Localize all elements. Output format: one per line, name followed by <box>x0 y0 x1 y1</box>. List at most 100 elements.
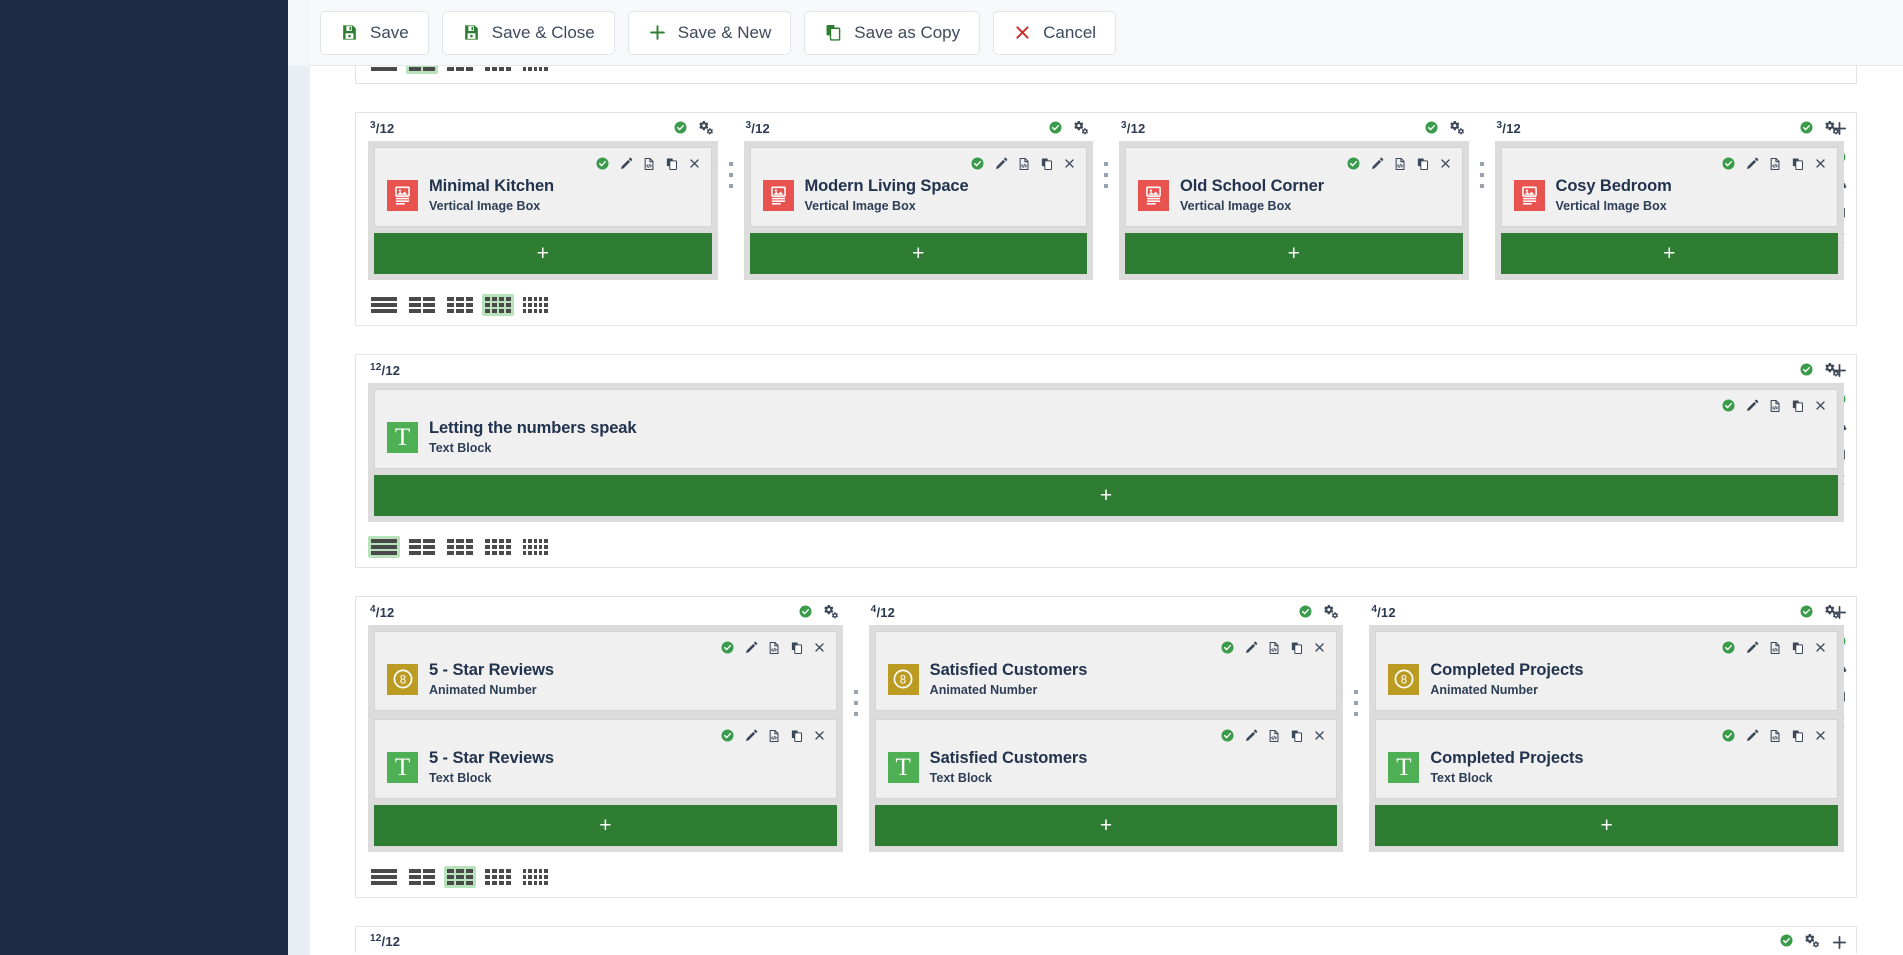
layout-option-4-column[interactable] <box>482 536 514 558</box>
card-duplicate-button[interactable] <box>665 157 679 171</box>
card-edit-button[interactable] <box>1244 729 1258 743</box>
row-enabled-toggle[interactable] <box>1779 933 1794 948</box>
layout-option-1-column[interactable] <box>368 66 400 74</box>
column-enabled-toggle[interactable] <box>1424 120 1439 135</box>
card-enabled-toggle[interactable] <box>595 156 610 171</box>
card-delete-button[interactable] <box>1063 157 1076 170</box>
card-duplicate-button[interactable] <box>790 729 804 743</box>
card-code-button[interactable] <box>1017 157 1031 171</box>
add-element-button[interactable]: + <box>1500 233 1838 274</box>
element-card[interactable]: T 5 - Star Reviews Text Block <box>374 719 837 799</box>
layout-option-3-column[interactable] <box>444 536 476 558</box>
column-settings-button[interactable] <box>1825 120 1840 135</box>
element-card[interactable]: T Completed Projects Text Block <box>1375 719 1839 799</box>
card-code-button[interactable] <box>1768 729 1782 743</box>
add-row-button[interactable] <box>1831 934 1848 951</box>
element-card[interactable]: 8 Completed Projects Animated Number <box>1375 631 1839 711</box>
card-edit-button[interactable] <box>1244 641 1258 655</box>
column-settings-button[interactable] <box>1825 362 1840 377</box>
column-drag-handle[interactable] <box>843 597 869 852</box>
card-delete-button[interactable] <box>813 729 826 742</box>
card-duplicate-button[interactable] <box>1791 157 1805 171</box>
card-duplicate-button[interactable] <box>1290 641 1304 655</box>
card-code-button[interactable] <box>1267 729 1281 743</box>
column-enabled-toggle[interactable] <box>1799 120 1814 135</box>
element-card[interactable]: 8 Satisfied Customers Animated Number <box>874 631 1338 711</box>
card-code-button[interactable] <box>642 157 656 171</box>
card-delete-button[interactable] <box>1313 729 1326 742</box>
add-element-button[interactable]: + <box>874 805 1338 846</box>
column-enabled-toggle[interactable] <box>1799 362 1814 377</box>
add-element-button[interactable]: + <box>374 805 837 846</box>
cancel-button[interactable]: Cancel <box>993 10 1117 55</box>
element-card[interactable]: T Satisfied Customers Text Block <box>874 719 1338 799</box>
card-duplicate-button[interactable] <box>790 641 804 655</box>
card-edit-button[interactable] <box>1745 157 1759 171</box>
column-enabled-toggle[interactable] <box>798 604 813 619</box>
column-enabled-toggle[interactable] <box>1799 604 1814 619</box>
card-code-button[interactable] <box>767 729 781 743</box>
card-enabled-toggle[interactable] <box>1721 156 1736 171</box>
layout-option-2-column[interactable] <box>406 66 438 74</box>
layout-option-2-column[interactable] <box>406 294 438 316</box>
card-delete-button[interactable] <box>1814 729 1827 742</box>
card-delete-button[interactable] <box>688 157 701 170</box>
layout-option-3-column[interactable] <box>444 866 476 888</box>
card-delete-button[interactable] <box>813 641 826 654</box>
card-edit-button[interactable] <box>1745 641 1759 655</box>
layout-option-3-column[interactable] <box>444 66 476 74</box>
layout-option-1-column[interactable] <box>368 866 400 888</box>
row-settings-button[interactable] <box>1805 933 1820 948</box>
layout-option-4-column[interactable] <box>482 866 514 888</box>
layout-option-5-column[interactable] <box>520 866 551 888</box>
layout-option-2-column[interactable] <box>406 866 438 888</box>
card-enabled-toggle[interactable] <box>1346 156 1361 171</box>
card-code-button[interactable] <box>1768 399 1782 413</box>
element-card[interactable]: Old School Corner Vertical Image Box <box>1125 147 1463 227</box>
card-delete-button[interactable] <box>1313 641 1326 654</box>
card-enabled-toggle[interactable] <box>720 728 735 743</box>
card-enabled-toggle[interactable] <box>1721 640 1736 655</box>
column-settings-button[interactable] <box>823 604 839 619</box>
add-element-button[interactable]: + <box>374 233 712 274</box>
save-button[interactable]: Save <box>320 10 429 55</box>
card-delete-button[interactable] <box>1814 157 1827 170</box>
layout-option-2-column[interactable] <box>406 536 438 558</box>
save-close-button[interactable]: Save & Close <box>441 10 615 55</box>
element-card[interactable]: Modern Living Space Vertical Image Box <box>749 147 1087 227</box>
column-enabled-toggle[interactable] <box>673 120 688 135</box>
card-duplicate-button[interactable] <box>1791 399 1805 413</box>
column-enabled-toggle[interactable] <box>1048 120 1063 135</box>
column-drag-handle[interactable] <box>1469 113 1495 280</box>
element-card[interactable]: 8 5 - Star Reviews Animated Number <box>374 631 837 711</box>
column-settings-button[interactable] <box>1449 120 1465 135</box>
column-drag-handle[interactable] <box>1093 113 1119 280</box>
layout-option-5-column[interactable] <box>520 66 551 74</box>
card-enabled-toggle[interactable] <box>970 156 985 171</box>
add-element-button[interactable]: + <box>374 475 1838 516</box>
add-element-button[interactable]: + <box>749 233 1087 274</box>
column-drag-handle[interactable] <box>718 113 744 280</box>
card-enabled-toggle[interactable] <box>720 640 735 655</box>
card-edit-button[interactable] <box>1745 399 1759 413</box>
column-settings-button[interactable] <box>1324 604 1339 619</box>
card-code-button[interactable] <box>1768 157 1782 171</box>
layout-option-5-column[interactable] <box>520 294 551 316</box>
save-new-button[interactable]: Save & New <box>627 10 792 55</box>
card-enabled-toggle[interactable] <box>1721 728 1736 743</box>
layout-option-1-column[interactable] <box>368 294 400 316</box>
card-edit-button[interactable] <box>1745 729 1759 743</box>
card-edit-button[interactable] <box>619 157 633 171</box>
column-enabled-toggle[interactable] <box>1298 604 1313 619</box>
element-card[interactable]: Cosy Bedroom Vertical Image Box <box>1500 147 1838 227</box>
card-code-button[interactable] <box>1768 641 1782 655</box>
card-enabled-toggle[interactable] <box>1721 398 1736 413</box>
column-settings-button[interactable] <box>698 120 714 135</box>
card-enabled-toggle[interactable] <box>1220 728 1235 743</box>
card-code-button[interactable] <box>767 641 781 655</box>
column-settings-button[interactable] <box>1825 604 1840 619</box>
save-as-copy-button[interactable]: Save as Copy <box>804 10 981 55</box>
card-edit-button[interactable] <box>994 157 1008 171</box>
card-edit-button[interactable] <box>744 641 758 655</box>
element-card[interactable]: T Letting the numbers speak Text Block <box>374 389 1838 469</box>
